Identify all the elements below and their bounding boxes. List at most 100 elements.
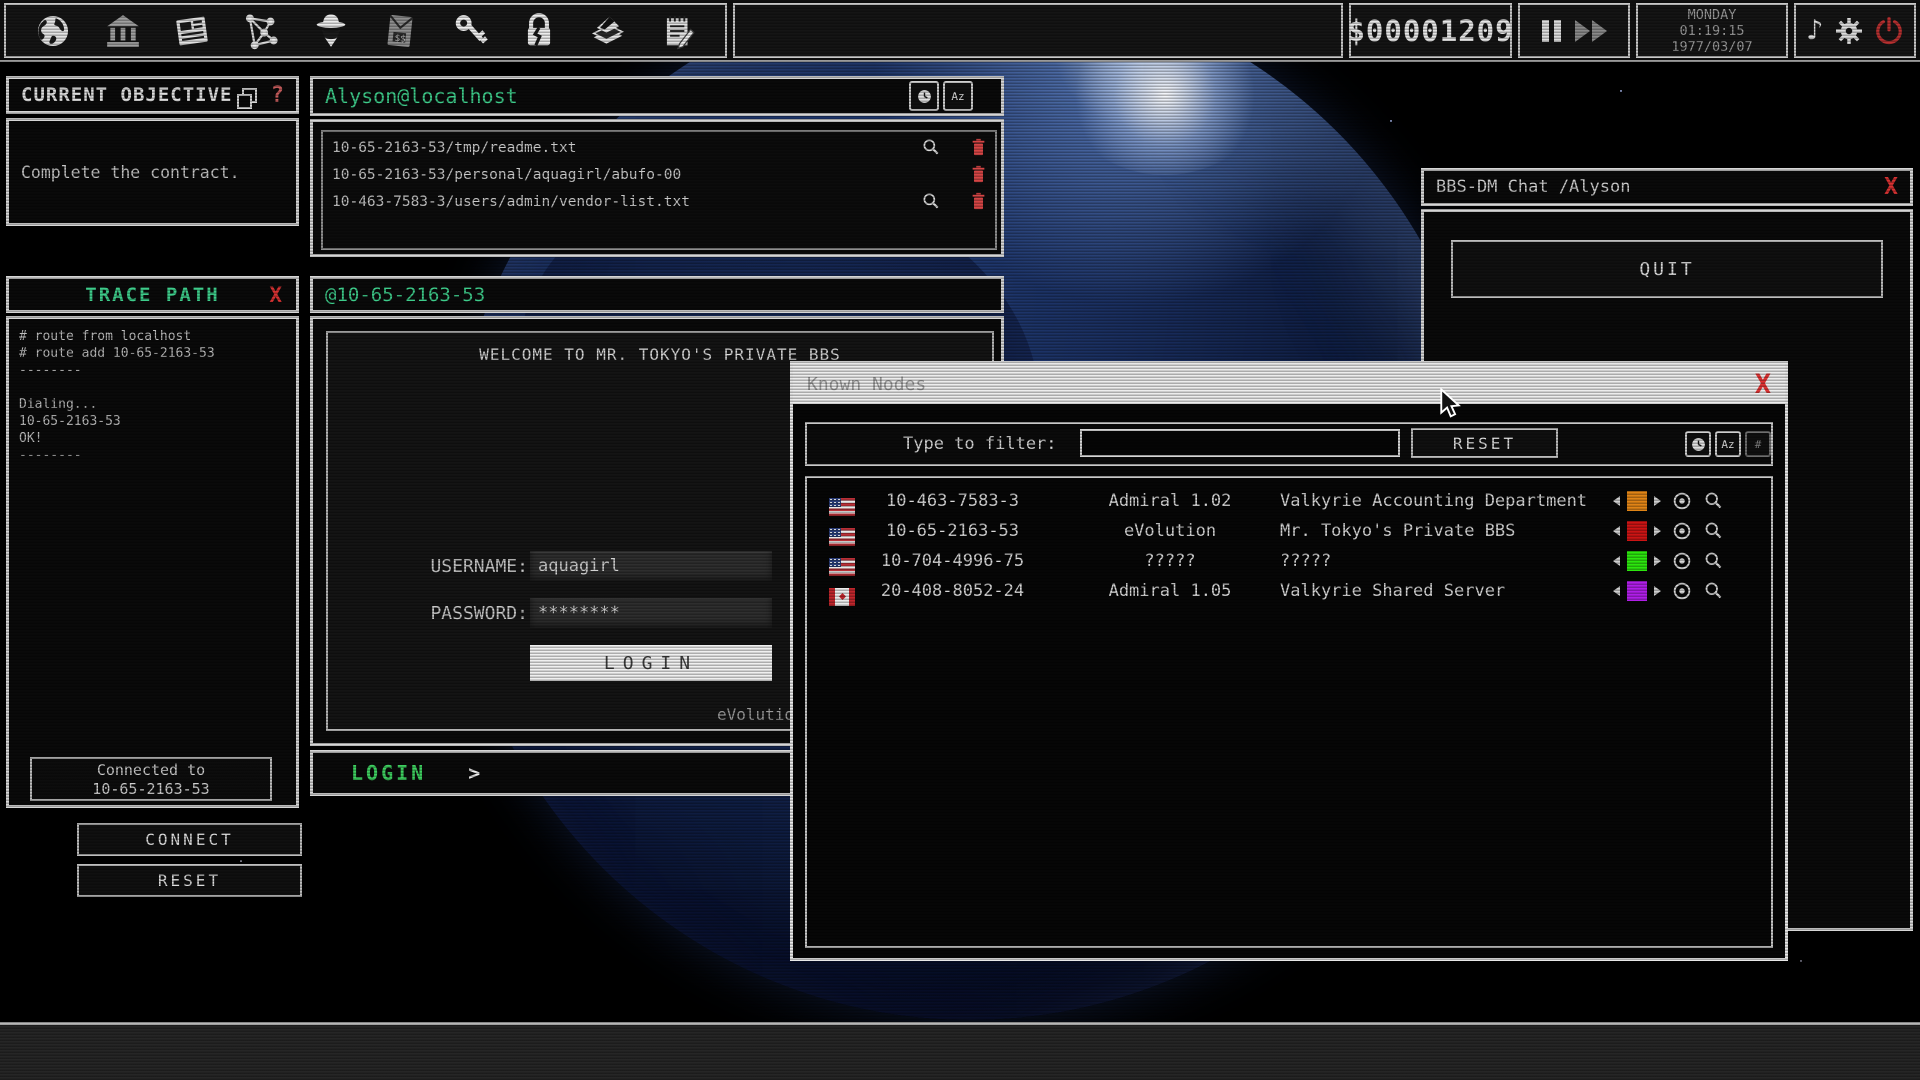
chat-close-icon[interactable]: X <box>1884 174 1898 200</box>
hash-sort-label: # <box>1755 438 1762 451</box>
objective-title: CURRENT OBJECTIVE <box>21 84 232 106</box>
known-nodes-title-bar[interactable]: Known Nodes X <box>793 364 1785 404</box>
system-buttons: ♪ <box>1794 3 1916 58</box>
node-list: 10-463-7583-3 Admiral 1.02 Valkyrie Acco… <box>805 476 1773 948</box>
username-field[interactable] <box>530 551 772 581</box>
connect-button[interactable]: CONNECT <box>77 823 302 856</box>
key-icon[interactable] <box>448 9 492 53</box>
inspect-icon[interactable] <box>1703 580 1724 601</box>
watch-eye-icon[interactable] <box>1671 550 1693 572</box>
clock-sort-button[interactable] <box>1685 431 1711 457</box>
password-field[interactable] <box>530 598 772 628</box>
game-screen: $$ $00001209 MONDAY 01:19:15 <box>0 0 1920 1080</box>
node-color-swatch[interactable] <box>1627 551 1647 571</box>
trace-title: TRACE PATH <box>85 284 219 306</box>
node-row[interactable]: 20-408-8052-24 Admiral 1.05 Valkyrie Sha… <box>807 576 1771 606</box>
node-client: ????? <box>1090 551 1250 571</box>
node-title-bar: @10-65-2163-53 <box>310 276 1004 313</box>
bank-icon[interactable] <box>101 9 145 53</box>
hash-sort-button[interactable]: # <box>1745 431 1771 457</box>
view-file-icon[interactable] <box>921 191 941 211</box>
cracked-lock-icon[interactable] <box>517 9 561 53</box>
trash-icon[interactable] <box>971 138 986 156</box>
inspect-icon[interactable] <box>1703 490 1724 511</box>
watch-eye-icon[interactable] <box>1671 580 1693 602</box>
fast-forward-icon[interactable] <box>1575 20 1607 42</box>
az-sort-button[interactable]: Az <box>943 81 973 111</box>
file-row[interactable]: 10-65-2163-53/tmp/readme.txt <box>323 134 995 161</box>
reset-button[interactable]: RESET <box>77 864 302 897</box>
chat-title: BBS-DM Chat /Alyson <box>1436 177 1630 197</box>
watch-eye-icon[interactable] <box>1671 490 1693 512</box>
newspaper-icon[interactable] <box>170 9 214 53</box>
trash-icon[interactable] <box>971 192 986 210</box>
trace-body: # route from localhost # route add 10-65… <box>6 316 299 808</box>
file-row[interactable]: 10-463-7583-3/users/admin/vendor-list.tx… <box>323 188 995 215</box>
color-next-icon[interactable] <box>1654 526 1661 536</box>
color-prev-icon[interactable] <box>1613 526 1620 536</box>
node-color-swatch[interactable] <box>1627 581 1647 601</box>
node-name: ????? <box>1280 551 1620 571</box>
us-flag-icon <box>829 558 855 576</box>
toolbar-icon-group: $$ <box>4 3 727 58</box>
node-name: Valkyrie Accounting Department <box>1280 491 1620 511</box>
filter-label: Type to filter: <box>903 434 1057 454</box>
popout-icon[interactable] <box>242 88 257 103</box>
color-next-icon[interactable] <box>1654 496 1661 506</box>
quit-button[interactable]: QUIT <box>1451 240 1883 298</box>
mail-icon[interactable]: $$ <box>378 9 422 53</box>
filter-reset-button[interactable]: RESET <box>1411 428 1558 458</box>
trace-close-icon[interactable]: X <box>269 283 282 307</box>
power-icon[interactable] <box>1874 16 1904 46</box>
spy-icon[interactable] <box>309 9 353 53</box>
file-list: 10-65-2163-53/tmp/readme.txt 10-65-2163-… <box>321 130 997 250</box>
network-icon[interactable] <box>239 9 283 53</box>
file-row[interactable]: 10-65-2163-53/personal/aquagirl/abufo-00 <box>323 161 995 188</box>
node-row[interactable]: 10-704-4996-75 ????? ????? <box>807 546 1771 576</box>
node-row[interactable]: 10-65-2163-53 eVolution Mr. Tokyo's Priv… <box>807 516 1771 546</box>
connected-address: 10-65-2163-53 <box>32 780 270 799</box>
node-number: 10-463-7583-3 <box>865 491 1040 511</box>
node-client: eVolution <box>1090 521 1250 541</box>
view-file-icon[interactable] <box>921 137 941 157</box>
watch-eye-icon[interactable] <box>1671 520 1693 542</box>
color-next-icon[interactable] <box>1654 586 1661 596</box>
canada-flag-icon <box>829 588 855 606</box>
clock-display: MONDAY 01:19:15 1977/03/07 <box>1636 3 1788 58</box>
username-label: USERNAME: <box>388 556 528 577</box>
pause-icon[interactable] <box>1542 20 1561 42</box>
node-color-swatch[interactable] <box>1627 491 1647 511</box>
globe-icon[interactable] <box>31 9 75 53</box>
journal-icon[interactable] <box>586 9 630 53</box>
color-prev-icon[interactable] <box>1613 586 1620 596</box>
node-row[interactable]: 10-463-7583-3 Admiral 1.02 Valkyrie Acco… <box>807 486 1771 516</box>
chat-title-bar[interactable]: BBS-DM Chat /Alyson X <box>1421 168 1913 206</box>
us-flag-icon <box>829 498 855 516</box>
files-title-bar: Alyson@localhost Az <box>310 76 1004 116</box>
clock-date: 1977/03/07 <box>1671 39 1752 55</box>
time-controls <box>1518 3 1630 58</box>
az-sort-button[interactable]: Az <box>1715 431 1741 457</box>
clock-day: MONDAY <box>1688 7 1737 23</box>
us-flag-icon <box>829 528 855 546</box>
bbs-login-button[interactable]: LOGIN <box>530 645 772 681</box>
known-nodes-title: Known Nodes <box>807 374 926 395</box>
notes-icon[interactable] <box>656 9 700 53</box>
node-color-swatch[interactable] <box>1627 521 1647 541</box>
color-prev-icon[interactable] <box>1613 496 1620 506</box>
trash-icon[interactable] <box>971 165 986 183</box>
files-body: 10-65-2163-53/tmp/readme.txt 10-65-2163-… <box>310 119 1004 257</box>
inspect-icon[interactable] <box>1703 520 1724 541</box>
inspect-icon[interactable] <box>1703 550 1724 571</box>
known-nodes-close-icon[interactable]: X <box>1755 369 1771 400</box>
help-icon[interactable]: ? <box>271 83 284 108</box>
filter-input[interactable] <box>1080 429 1400 457</box>
clock-sort-button[interactable] <box>909 81 939 111</box>
color-prev-icon[interactable] <box>1613 556 1620 566</box>
money-display: $00001209 <box>1349 3 1512 58</box>
node-name: Valkyrie Shared Server <box>1280 581 1620 601</box>
trace-connected-box: Connected to 10-65-2163-53 <box>30 757 272 801</box>
color-next-icon[interactable] <box>1654 556 1661 566</box>
music-icon[interactable]: ♪ <box>1806 15 1823 46</box>
gear-icon[interactable] <box>1834 16 1864 46</box>
